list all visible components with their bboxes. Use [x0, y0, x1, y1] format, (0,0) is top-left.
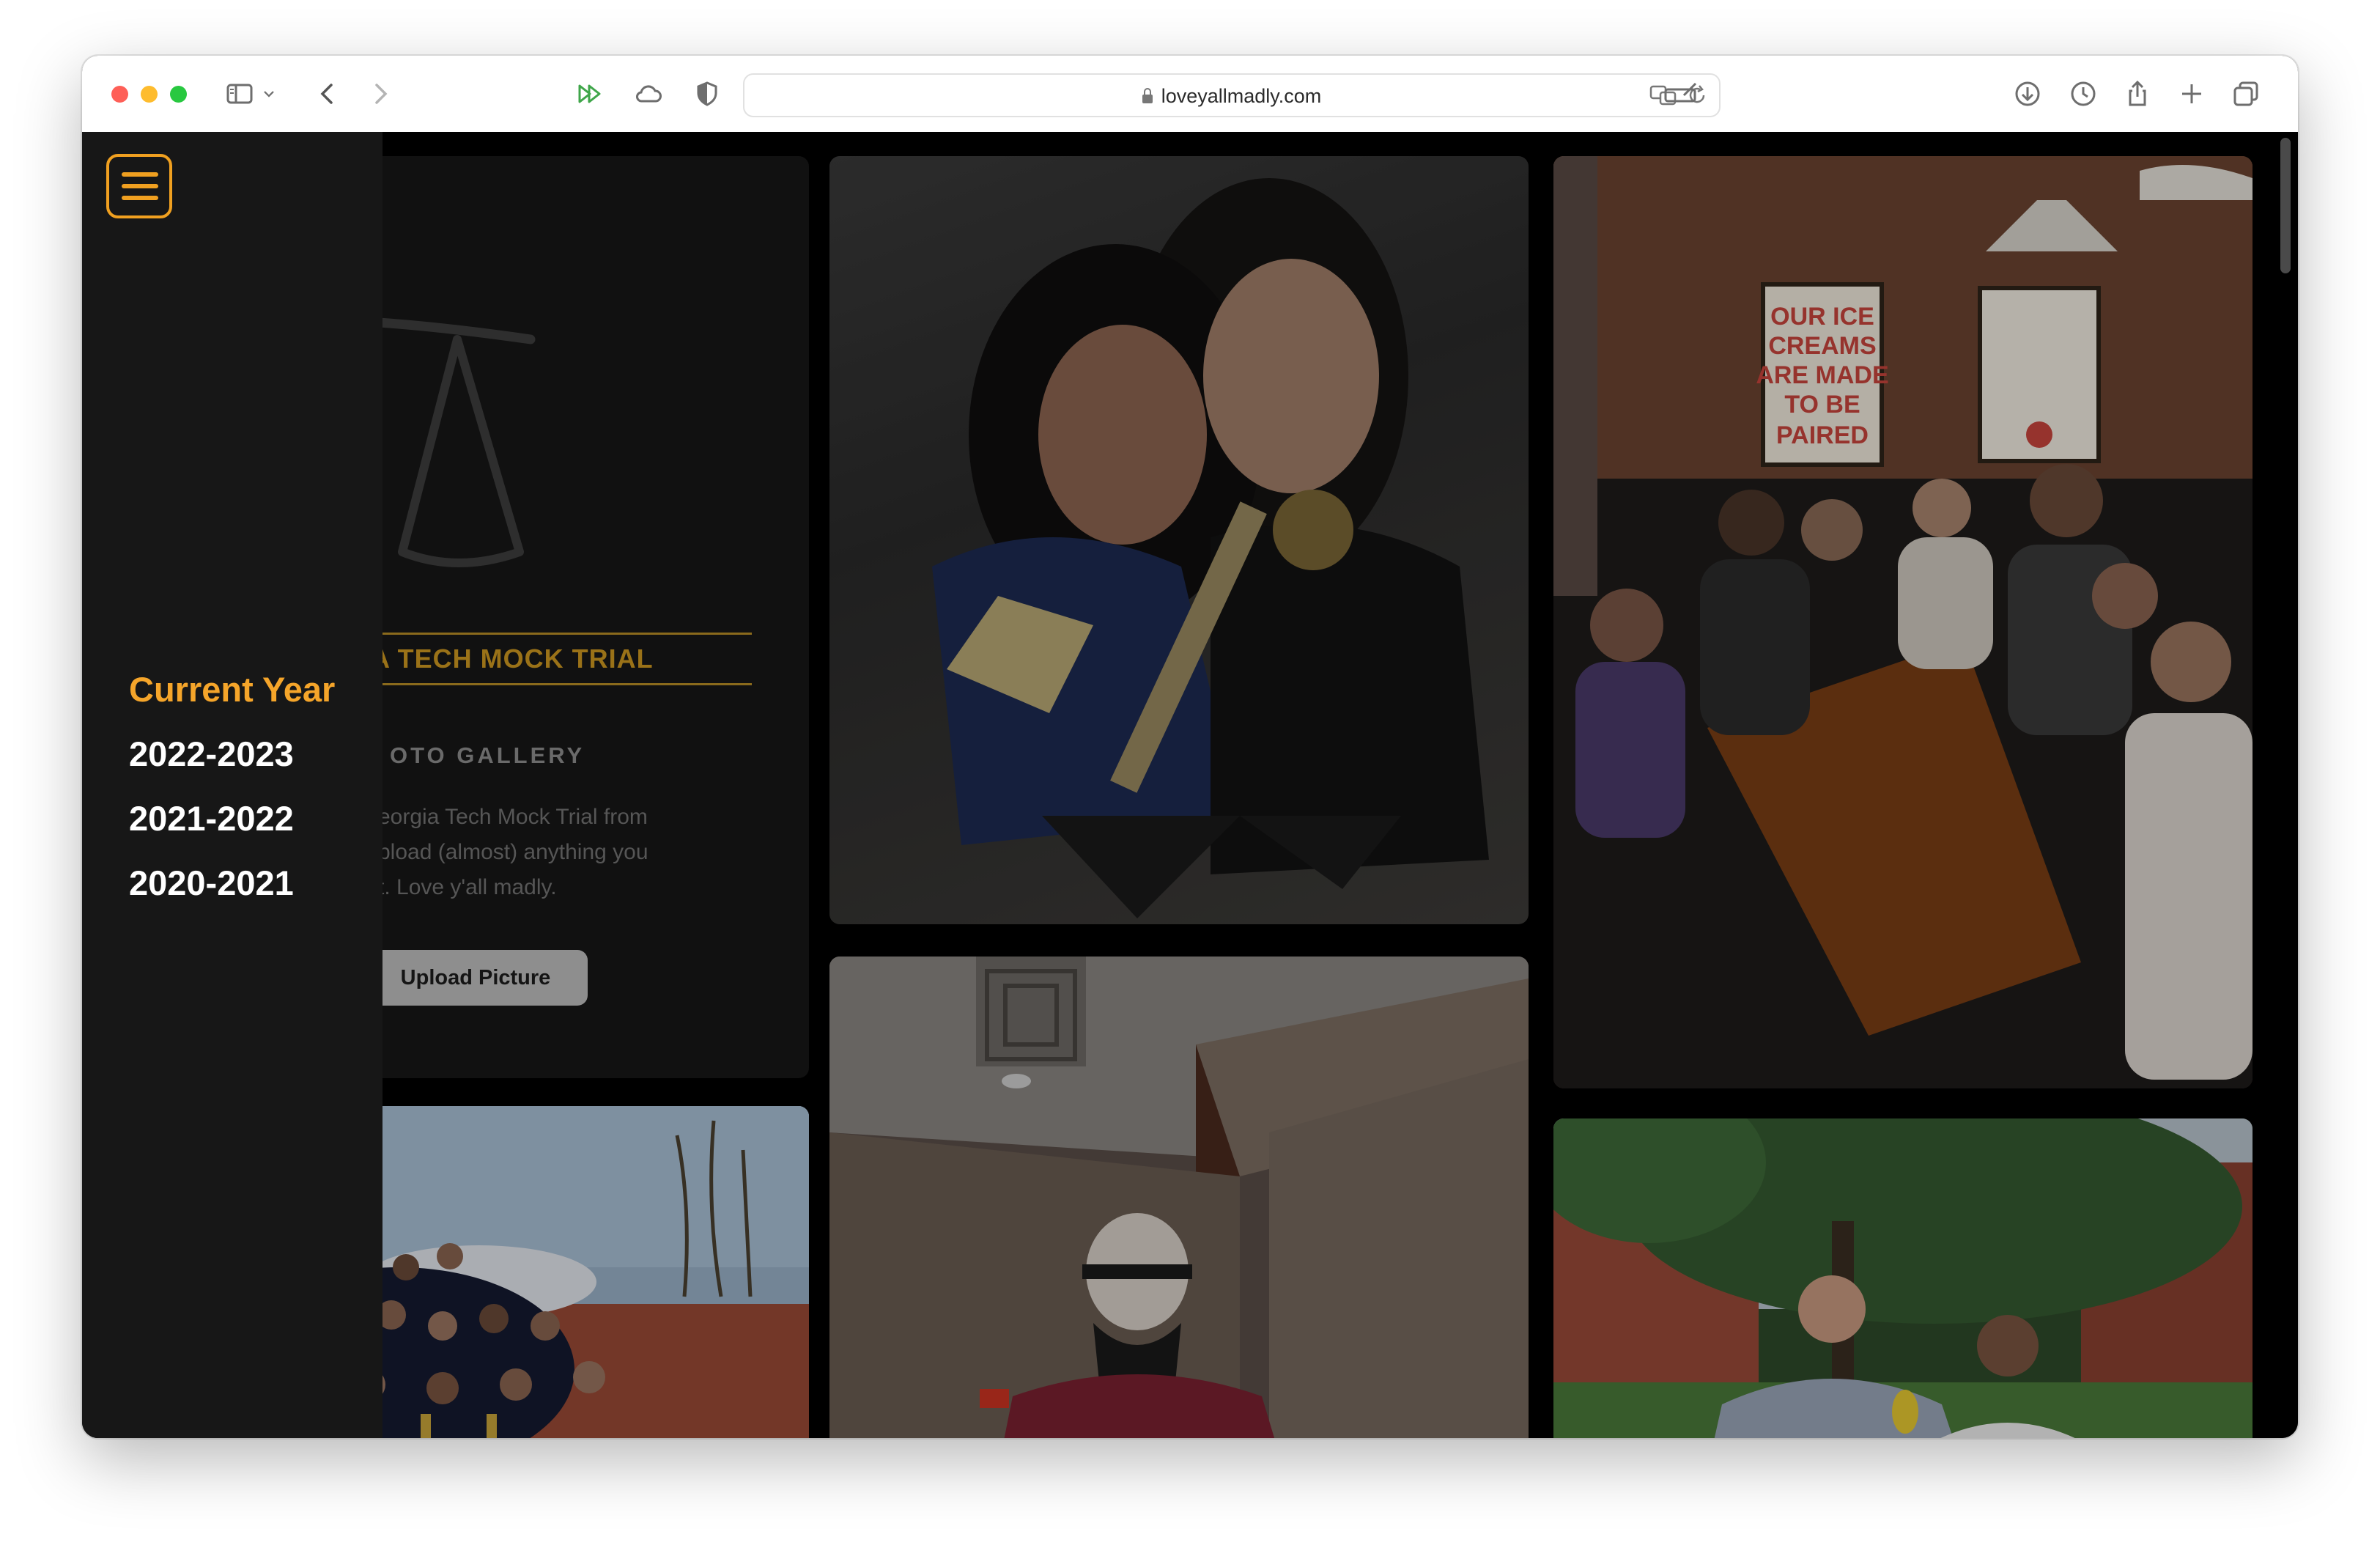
hamburger-line [122, 172, 158, 177]
sidebar-toggle-icon[interactable] [221, 75, 258, 112]
hamburger-line [122, 196, 158, 200]
gallery-page: A TECH MOCK TRIAL OTO GALLERY eorgia Tec… [82, 132, 2298, 1438]
history-clock-icon[interactable] [2065, 75, 2102, 112]
page-scrollbar[interactable] [2280, 138, 2291, 273]
photo-campus-students[interactable] [1553, 1118, 2252, 1438]
sidebar-item-2021-2022[interactable]: 2021-2022 [129, 798, 294, 838]
sidebar-item-2020-2021[interactable]: 2020-2021 [129, 863, 294, 903]
sidebar-item-2022-2023[interactable]: 2022-2023 [129, 734, 294, 774]
address-bar[interactable]: loveyallmadly.com [743, 73, 1721, 117]
reader-edit-icon[interactable] [1659, 75, 1703, 112]
url-text: loveyallmadly.com [744, 85, 1719, 108]
forward-icon[interactable] [362, 75, 399, 112]
sidebar-item-current-year[interactable]: Current Year [129, 669, 335, 710]
tab-overview-icon[interactable] [2228, 75, 2264, 112]
zoom-window-button[interactable] [170, 86, 187, 103]
cloud-icon[interactable] [630, 75, 667, 112]
close-window-button[interactable] [111, 86, 128, 103]
club-title: A TECH MOCK TRIAL [371, 633, 752, 685]
year-sidebar: Current Year 2022-2023 2021-2022 2020-20… [82, 132, 382, 1438]
hamburger-line [122, 184, 158, 188]
minimize-window-button[interactable] [141, 86, 158, 103]
photo-two-girls-trophy[interactable] [829, 156, 1529, 924]
upload-picture-button[interactable]: Upload Picture [363, 950, 588, 1006]
lock-icon [1142, 88, 1153, 103]
gallery-heading: OTO GALLERY [390, 742, 585, 768]
chevron-down-icon[interactable] [258, 75, 280, 112]
photo-masked-person-hallway[interactable] [829, 957, 1529, 1438]
back-icon[interactable] [309, 75, 346, 112]
hamburger-menu-button[interactable] [106, 154, 172, 218]
shield-icon[interactable] [689, 75, 725, 112]
photo-group-ice-cream[interactable]: OUR ICE CREAMS ARE MADE TO BE PAIRED [1553, 156, 2252, 1088]
gallery-description: eorgia Tech Mock Trial from pload (almos… [378, 805, 648, 899]
download-icon[interactable] [2009, 75, 2046, 112]
fast-forward-extension-icon[interactable] [572, 75, 608, 112]
share-icon[interactable] [2119, 75, 2156, 112]
browser-toolbar: loveyallmadly.com [82, 56, 2298, 133]
browser-window: loveyallmadly.com A TECH MOCK TRIAL OTO … [82, 56, 2298, 1438]
new-tab-plus-icon[interactable] [2173, 75, 2210, 112]
